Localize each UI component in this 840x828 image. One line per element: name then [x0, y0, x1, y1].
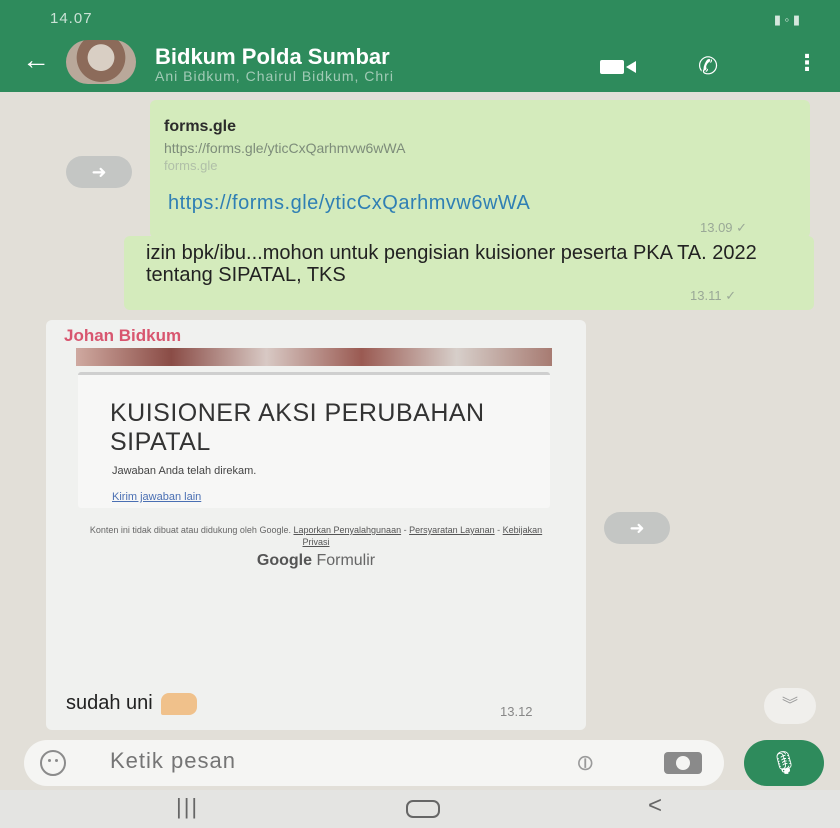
message-composer[interactable]: ⊘ — [24, 740, 724, 786]
formulir-wordmark: Formulir — [316, 552, 376, 569]
nav-back-icon[interactable]: < — [648, 792, 662, 820]
message-time: 13.12 — [500, 704, 533, 719]
message-time: 13.11 ✓ — [690, 288, 737, 303]
thumbs-up-icon — [160, 692, 197, 715]
incoming-message-bubble[interactable]: Johan Bidkum KUISIONER AKSI PERUBAHAN SI… — [46, 320, 586, 730]
link-message-bubble[interactable]: forms.gle https://forms.gle/yticCxQarhmv… — [150, 100, 810, 238]
sender-name[interactable]: Johan Bidkum — [64, 326, 181, 346]
status-bar-time: 14.07 — [50, 10, 93, 27]
form-card: KUISIONER AKSI PERUBAHAN SIPATAL Jawaban… — [78, 372, 550, 508]
phone-icon[interactable]: ✆ — [698, 52, 718, 81]
message-link[interactable]: https://forms.gle/yticCxQarhmvw6wWA — [168, 192, 530, 215]
reply-text: sudah uni — [66, 692, 197, 715]
footer-link-report: Laporkan Penyalahgunaan — [293, 525, 402, 535]
emoji-icon[interactable] — [40, 750, 66, 776]
form-footer: Konten ini tidak dibuat atau didukung ol… — [89, 525, 543, 547]
form-banner-image — [76, 348, 552, 366]
message-text: izin bpk/ibu...mohon untuk pengisian kui… — [146, 242, 757, 286]
chat-subtitle[interactable]: Ani Bidkum, Chairul Bidkum, Chri — [155, 68, 394, 84]
video-call-icon[interactable] — [598, 56, 638, 76]
footer-link-terms: Persyaratan Layanan — [409, 525, 495, 535]
text-message-bubble[interactable]: izin bpk/ibu...mohon untuk pengisian kui… — [124, 236, 814, 310]
system-nav-bar: ||| < — [0, 790, 840, 828]
chat-header: 14.07 ▮ ◦ ▮ ← Bidkum Polda Sumbar Ani Bi… — [0, 0, 840, 92]
status-icons: ▮ ◦ ▮ — [773, 12, 800, 27]
back-arrow-icon[interactable]: ← — [22, 46, 50, 74]
chat-area: ➜ forms.gle https://forms.gle/yticCxQarh… — [0, 92, 840, 740]
recent-apps-icon[interactable]: ||| — [176, 794, 199, 820]
scroll-down-icon[interactable]: ︾ — [764, 688, 816, 724]
link-preview-domain: forms.gle — [164, 158, 218, 173]
link-preview-url: https://forms.gle/yticCxQarhmvw6wWA — [164, 140, 406, 156]
forward-icon[interactable]: ➜ — [604, 512, 670, 544]
form-resubmit-link: Kirim jawaban lain — [112, 491, 202, 503]
more-vert-icon[interactable]: ⋮ — [796, 50, 818, 76]
read-tick-icon: ✓ — [725, 288, 737, 303]
form-footer-text: Konten ini tidak dibuat atau didukung ol… — [89, 525, 291, 535]
form-title: KUISIONER AKSI PERUBAHAN SIPATAL — [110, 399, 485, 456]
attach-icon[interactable]: ⊘ — [570, 747, 601, 778]
forward-icon[interactable]: ➜ — [66, 156, 132, 188]
camera-icon[interactable] — [664, 752, 702, 774]
group-avatar[interactable] — [66, 40, 136, 84]
form-confirmation: Jawaban Anda telah direkam. — [112, 465, 257, 477]
home-icon[interactable] — [406, 800, 440, 818]
google-forms-logo: Google Formulir — [46, 552, 586, 570]
message-time: 13.09 ✓ — [700, 220, 748, 235]
chat-title[interactable]: Bidkum Polda Sumbar — [155, 44, 390, 70]
message-input[interactable] — [110, 748, 530, 774]
link-preview[interactable]: forms.gle https://forms.gle/yticCxQarhmv… — [164, 118, 664, 173]
google-wordmark: Google — [256, 552, 312, 569]
link-preview-title: forms.gle — [164, 118, 237, 135]
read-tick-icon: ✓ — [736, 220, 748, 235]
mic-icon[interactable]: 🎙︎ — [744, 740, 824, 786]
